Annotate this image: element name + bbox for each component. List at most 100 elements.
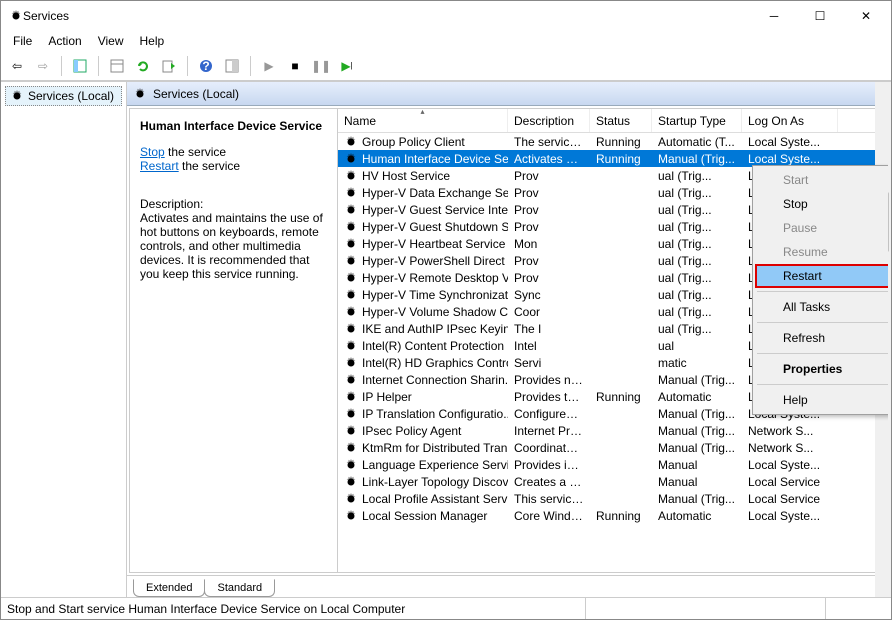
menu-help[interactable]: Help: [132, 32, 173, 50]
gear-icon: [344, 169, 358, 183]
minimize-button[interactable]: ─: [751, 1, 797, 31]
service-row[interactable]: IPsec Policy AgentInternet Pro...Manual …: [338, 422, 888, 439]
pause-service-button[interactable]: ❚❚: [309, 54, 333, 78]
restart-link[interactable]: Restart: [140, 159, 179, 173]
cell: Local Syste...: [742, 135, 838, 149]
cell: Hyper-V Remote Desktop Vi...: [338, 271, 508, 285]
cell: ual (Trig...: [652, 169, 742, 183]
cell: Manual: [652, 475, 742, 489]
stop-service-button[interactable]: ■: [283, 54, 307, 78]
cell: The I: [508, 322, 590, 336]
tree-item-services-local[interactable]: Services (Local): [5, 86, 122, 106]
cell: Prov: [508, 254, 590, 268]
cell: Hyper-V Volume Shadow C...: [338, 305, 508, 319]
forward-button[interactable]: ⇨: [31, 54, 55, 78]
service-row[interactable]: Local Profile Assistant ServiceThis serv…: [338, 490, 888, 507]
context-menu-help[interactable]: Help: [755, 388, 888, 412]
context-menu-restart[interactable]: Restart: [755, 264, 888, 288]
cell: Provides ne...: [508, 373, 590, 387]
cell: ual (Trig...: [652, 305, 742, 319]
cell: Network S...: [742, 441, 838, 455]
svg-text:?: ?: [202, 59, 209, 73]
export-button[interactable]: [157, 54, 181, 78]
gear-icon: [344, 492, 358, 506]
column-header[interactable]: Name▴: [338, 109, 508, 132]
stop-link[interactable]: Stop: [140, 145, 165, 159]
cell: KtmRm for Distributed Tran...: [338, 441, 508, 455]
service-row[interactable]: Link-Layer Topology Discov...Creates a N…: [338, 473, 888, 490]
context-menu-properties[interactable]: Properties: [755, 357, 888, 381]
properties-button[interactable]: [105, 54, 129, 78]
menu-action[interactable]: Action: [40, 32, 89, 50]
column-header[interactable]: Log On As: [742, 109, 838, 132]
gear-icon: [344, 458, 358, 472]
cell: Local Syste...: [742, 152, 838, 166]
cell: Manual (Trig...: [652, 441, 742, 455]
cell: Automatic: [652, 509, 742, 523]
column-header[interactable]: Startup Type: [652, 109, 742, 132]
gear-icon: [344, 186, 358, 200]
column-header[interactable]: Description: [508, 109, 590, 132]
service-row[interactable]: Language Experience ServiceProvides inf.…: [338, 456, 888, 473]
close-button[interactable]: ✕: [843, 1, 889, 31]
cell: Core Windo...: [508, 509, 590, 523]
service-row[interactable]: Group Policy ClientThe service i...Runni…: [338, 133, 888, 150]
cell: ual: [652, 339, 742, 353]
context-menu-pause: Pause: [755, 216, 888, 240]
gear-icon: [344, 254, 358, 268]
tab-extended[interactable]: Extended: [133, 579, 205, 597]
cell: Running: [590, 509, 652, 523]
context-menu-refresh[interactable]: Refresh: [755, 326, 888, 350]
description-label: Description:: [140, 197, 327, 211]
show-hide-tree-button[interactable]: [68, 54, 92, 78]
cell: Automatic (T...: [652, 135, 742, 149]
cell: Manual (Trig...: [652, 152, 742, 166]
gear-icon: [344, 271, 358, 285]
gear-icon: [344, 203, 358, 217]
start-service-button[interactable]: ▶: [257, 54, 281, 78]
context-menu-all-tasks[interactable]: All Tasks: [755, 295, 888, 319]
cell: IP Translation Configuratio...: [338, 407, 508, 421]
cell: Hyper-V Heartbeat Service: [338, 237, 508, 251]
cell: ual (Trig...: [652, 186, 742, 200]
gear-icon: [133, 87, 147, 101]
cell: Local Service: [742, 475, 838, 489]
context-menu-start: Start: [755, 168, 888, 192]
help-button[interactable]: ?: [194, 54, 218, 78]
cell: Coor: [508, 305, 590, 319]
cell: Servi: [508, 356, 590, 370]
cell: Running: [590, 152, 652, 166]
cell: Intel(R) HD Graphics Contro...: [338, 356, 508, 370]
cell: Manual (Trig...: [652, 373, 742, 387]
service-row[interactable]: KtmRm for Distributed Tran...Coordinates…: [338, 439, 888, 456]
menu-view[interactable]: View: [90, 32, 132, 50]
refresh-button[interactable]: [131, 54, 155, 78]
tab-standard[interactable]: Standard: [204, 579, 275, 597]
cell: Hyper-V PowerShell Direct ...: [338, 254, 508, 268]
cell: The service i...: [508, 135, 590, 149]
context-menu-stop[interactable]: Stop: [755, 192, 888, 216]
cell: Prov: [508, 271, 590, 285]
cell: Group Policy Client: [338, 135, 508, 149]
cell: Manual (Trig...: [652, 424, 742, 438]
cell: IP Helper: [338, 390, 508, 404]
cell: Provides inf...: [508, 458, 590, 472]
cell: matic: [652, 356, 742, 370]
cell: Coordinates...: [508, 441, 590, 455]
cell: Activates an...: [508, 152, 590, 166]
cell: Automatic: [652, 390, 742, 404]
restart-service-button[interactable]: ▶|: [335, 54, 359, 78]
column-header[interactable]: Status: [590, 109, 652, 132]
back-button[interactable]: ⇦: [5, 54, 29, 78]
gear-icon: [344, 356, 358, 370]
service-row[interactable]: Local Session ManagerCore Windo...Runnin…: [338, 507, 888, 524]
pane-title: Services (Local): [153, 87, 239, 101]
maximize-button[interactable]: ☐: [797, 1, 843, 31]
window-title: Services: [23, 9, 751, 23]
cell: Running: [590, 135, 652, 149]
menu-file[interactable]: File: [5, 32, 40, 50]
cell: IPsec Policy Agent: [338, 424, 508, 438]
toggle-pane-button[interactable]: [220, 54, 244, 78]
context-menu: StartStopPauseResumeRestartAll TasksRefr…: [752, 165, 888, 415]
gear-icon: [344, 305, 358, 319]
